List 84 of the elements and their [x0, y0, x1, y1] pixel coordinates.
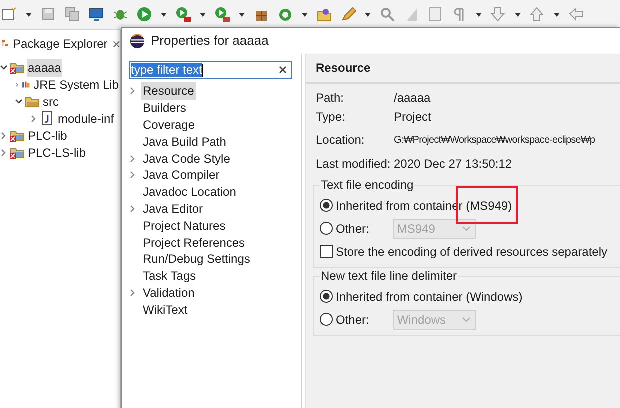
tree-item[interactable]: src [42, 92, 60, 110]
tree-item[interactable]: PLC-lib [27, 126, 68, 144]
dropdown-icon[interactable] [515, 12, 521, 16]
radio-button[interactable] [320, 290, 333, 303]
file-icon [40, 111, 55, 126]
group-title: New text file line delimiter [320, 269, 458, 283]
field-value: G:₩Project₩Workspace₩workspace-eclipse₩p [394, 134, 596, 148]
dropdown-icon[interactable] [476, 12, 482, 16]
caret-icon [462, 226, 472, 232]
page-item[interactable]: Run/Debug Settings [141, 250, 252, 268]
collapsed-chevron-icon[interactable] [0, 132, 8, 140]
field-label: Path: [316, 90, 346, 106]
page-title: Resource [316, 60, 371, 77]
collapsed-chevron-icon[interactable] [30, 114, 38, 122]
close-icon[interactable] [112, 40, 120, 48]
page-item[interactable]: Resource [141, 82, 196, 100]
field-label: Type: [316, 109, 346, 126]
page-item[interactable]: Validation [141, 284, 197, 302]
tree-item[interactable]: JRE System Lib [32, 76, 120, 94]
field-label: Last modified: [316, 156, 392, 173]
dropdown-icon[interactable] [302, 12, 308, 16]
radio-button[interactable] [320, 199, 333, 212]
tree-item[interactable]: aaaaa [27, 58, 62, 76]
pilcrow-icon[interactable] [452, 7, 467, 22]
caret-icon [462, 316, 472, 322]
page-item[interactable]: Coverage [141, 116, 198, 134]
field-label: Location: [316, 132, 366, 149]
expanded-chevron-icon[interactable] [15, 98, 23, 106]
folder-icon[interactable] [317, 7, 332, 22]
filter-field[interactable]: type filter text [129, 61, 292, 79]
field-value: Project [394, 109, 432, 126]
down-arrow-icon[interactable] [491, 7, 506, 22]
field-value: 2020 Dec 27 13:50:12 [394, 156, 512, 173]
checkbox[interactable] [320, 245, 333, 258]
save-all-icon[interactable] [65, 7, 80, 22]
page-item[interactable]: Javadoc Location [141, 183, 238, 202]
run-stop-icon[interactable] [176, 7, 191, 22]
tree-item[interactable]: PLC-LS-lib [27, 144, 88, 162]
page-item[interactable]: Project References [141, 234, 248, 252]
dropdown-icon[interactable] [239, 12, 245, 16]
dropdown-icon[interactable] [554, 12, 560, 16]
radio-label[interactable]: Inherited from container (Windows) [336, 288, 523, 306]
page-item[interactable]: Project Natures [141, 216, 228, 235]
collapsed-chevron-icon[interactable] [0, 148, 8, 156]
run-icon[interactable] [137, 7, 152, 22]
page-item[interactable]: Java Code Style [141, 150, 232, 168]
chevron-icon[interactable] [129, 204, 136, 213]
search-icon[interactable] [380, 7, 395, 22]
radio-label[interactable]: Other: [336, 310, 370, 328]
chevron-icon[interactable] [129, 87, 136, 96]
chevron-icon[interactable] [129, 154, 136, 163]
radio-button[interactable] [320, 313, 333, 326]
dropdown-icon[interactable] [26, 12, 32, 16]
dropdown-icon[interactable] [161, 12, 167, 16]
collapsed-chevron-icon[interactable] [15, 80, 20, 88]
run-tool-icon[interactable] [215, 7, 230, 22]
page-item[interactable]: Java Editor [141, 200, 206, 218]
checkbox-label[interactable]: Store the encoding of derived resources separately [336, 242, 608, 260]
save-icon[interactable] [41, 7, 56, 22]
pencil-icon[interactable] [341, 7, 356, 22]
dropdown-icon[interactable] [365, 12, 371, 16]
chevron-icon[interactable] [129, 288, 136, 297]
eclipse-icon [130, 34, 145, 48]
dropdown-icon[interactable] [200, 12, 206, 16]
back-icon[interactable] [569, 7, 584, 22]
bug-icon[interactable] [113, 7, 128, 22]
up-arrow-icon[interactable] [530, 7, 545, 22]
page-item[interactable]: Builders [141, 99, 188, 118]
panel-title[interactable]: Package Explorer [13, 35, 108, 53]
dialog-title: Properties for aaaaa [151, 32, 269, 50]
page-item[interactable]: WikiText [141, 300, 190, 319]
expanded-chevron-icon[interactable] [0, 64, 8, 72]
new-icon[interactable] [2, 7, 17, 22]
radio-label[interactable]: Other: [336, 220, 370, 238]
page-item[interactable]: Task Tags [141, 267, 198, 286]
field-value: /aaaaa [394, 90, 431, 106]
radio-button[interactable] [320, 222, 333, 235]
group-title: Text file encoding [320, 178, 415, 192]
monitor-icon[interactable] [89, 7, 104, 22]
tree-item[interactable]: module-inf [57, 110, 116, 128]
chevron-icon[interactable] [129, 171, 136, 180]
page-item[interactable]: Java Compiler [141, 166, 222, 184]
clear-icon[interactable] [279, 66, 287, 74]
page-item[interactable]: Java Build Path [141, 132, 228, 151]
